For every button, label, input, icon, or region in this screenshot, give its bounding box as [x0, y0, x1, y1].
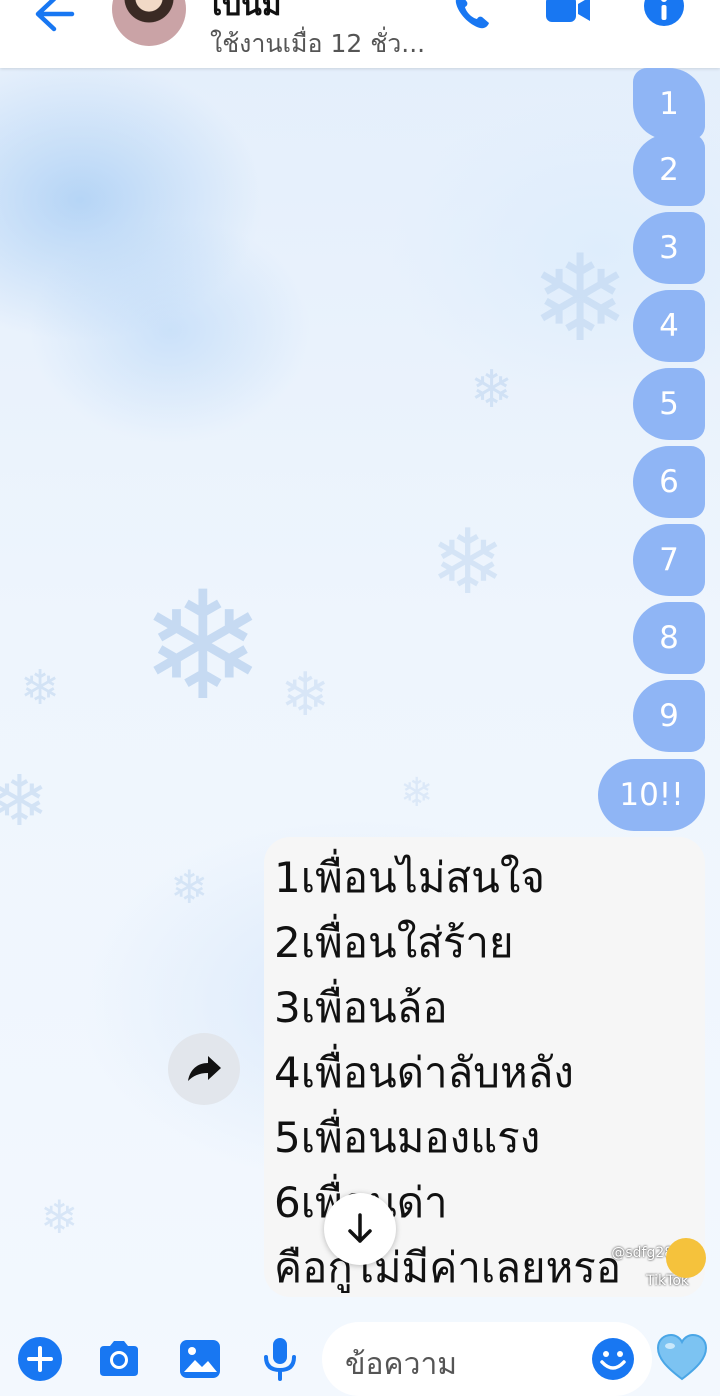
- snowflake-icon: ❄: [170, 860, 209, 914]
- snowflake-icon: ❄: [280, 660, 331, 730]
- video-text-line: 3เพื่อนล้อ: [274, 983, 448, 1032]
- heart-icon[interactable]: [656, 1333, 708, 1383]
- plus-icon[interactable]: [17, 1336, 63, 1382]
- snowflake-icon: ❄: [20, 660, 61, 716]
- video-call-icon[interactable]: [544, 0, 592, 32]
- microphone-icon[interactable]: [257, 1336, 303, 1382]
- share-button[interactable]: [168, 1033, 240, 1105]
- snowflake-icon: ❄: [530, 230, 631, 369]
- message-bubble[interactable]: 8: [633, 602, 705, 674]
- message-bubble[interactable]: 10!!: [598, 759, 705, 831]
- snowflake-icon: ❄: [470, 360, 514, 420]
- video-text-line: 1เพื่อนไม่สนใจ: [274, 853, 545, 902]
- video-text-line: 2เพื่อนใส่ร้าย: [274, 918, 514, 967]
- camera-icon[interactable]: [96, 1336, 142, 1382]
- contact-status: ใช้งานเมื่อ 12 ชั่ว...: [210, 29, 426, 58]
- message-input-placeholder: ข้อความ: [345, 1347, 458, 1382]
- message-bubble[interactable]: 5: [633, 368, 705, 440]
- back-arrow-icon[interactable]: [32, 0, 78, 34]
- message-bubble[interactable]: 9: [633, 680, 705, 752]
- snowflake-icon: ❄: [140, 560, 266, 734]
- chat-header: เบนิม ใช้งานเมื่อ 12 ชั่ว...: [0, 0, 720, 68]
- sad-emoji-icon: [666, 1238, 706, 1278]
- phone-icon[interactable]: [452, 0, 492, 32]
- snowflake-icon: ❄: [430, 510, 506, 615]
- info-icon[interactable]: [644, 0, 684, 32]
- snowflake-icon: ❄: [400, 770, 434, 816]
- gallery-icon[interactable]: [177, 1336, 223, 1382]
- message-bubble[interactable]: 3: [633, 212, 705, 284]
- message-bubble[interactable]: 4: [633, 290, 705, 362]
- video-text-line: 5เพื่อนมองแรง: [274, 1113, 541, 1162]
- emoji-icon[interactable]: [590, 1336, 636, 1382]
- message-bubble[interactable]: 6: [633, 446, 705, 518]
- message-bubble[interactable]: 2: [633, 134, 705, 206]
- forward-arrow-icon: [188, 1056, 221, 1081]
- message-bubble[interactable]: 1: [633, 68, 705, 140]
- scroll-down-button[interactable]: [324, 1193, 396, 1265]
- arrow-down-icon: [348, 1213, 372, 1243]
- snowflake-icon: ❄: [0, 760, 49, 842]
- snowflake-icon: ❄: [40, 1190, 79, 1244]
- message-bubble[interactable]: 7: [633, 524, 705, 596]
- video-text-line: 4เพื่อนด่าลับหลัง: [274, 1048, 574, 1097]
- avatar[interactable]: [112, 0, 186, 46]
